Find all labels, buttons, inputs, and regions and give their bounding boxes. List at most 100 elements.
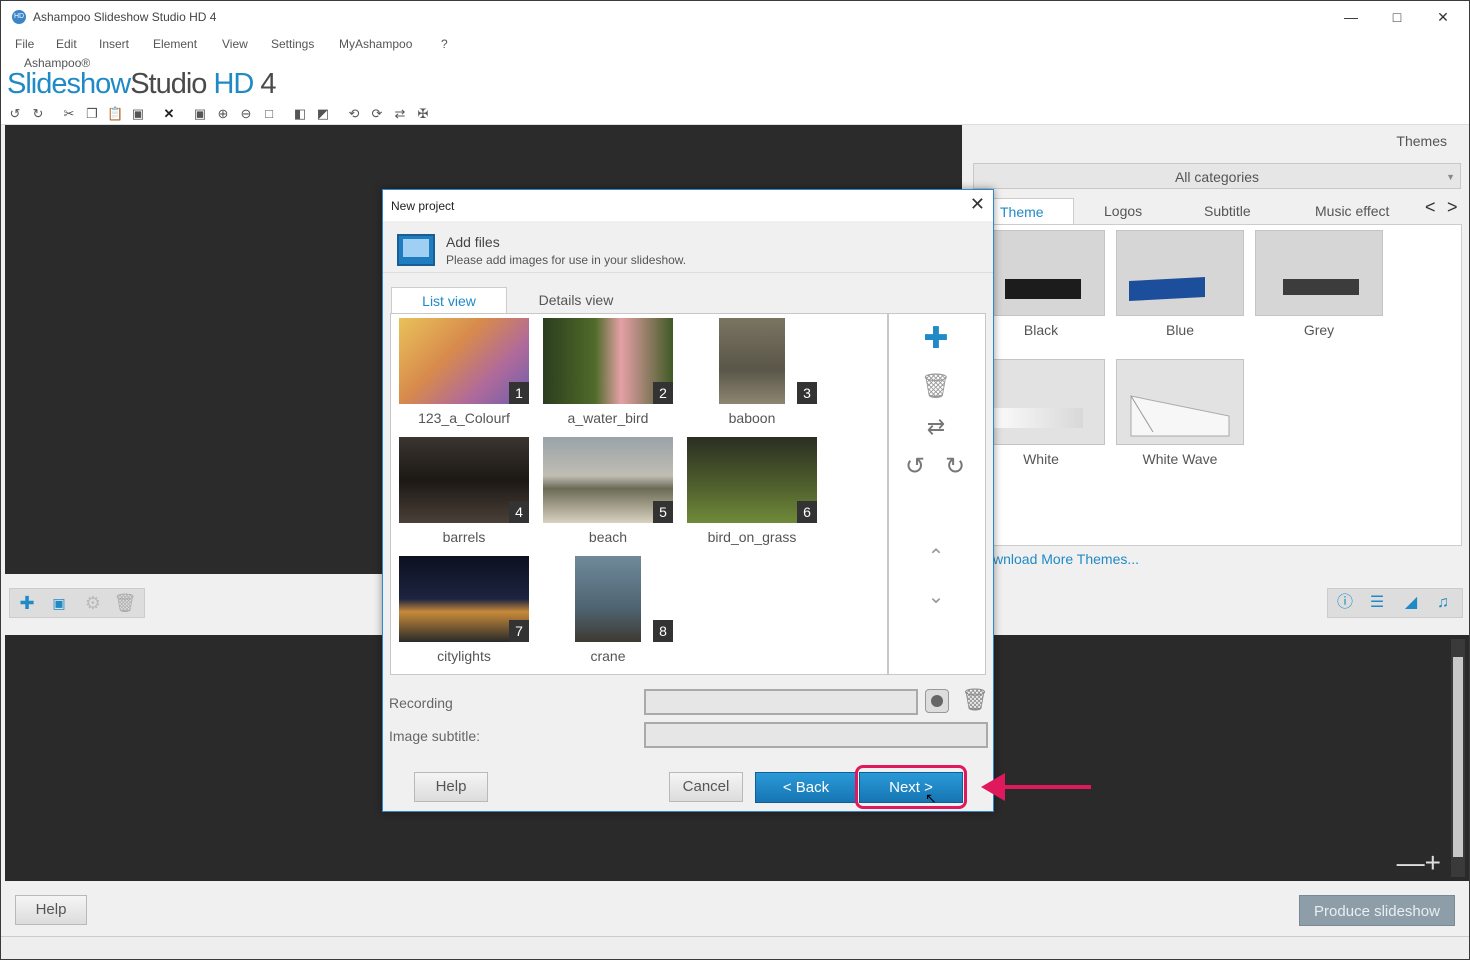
- image-subtitle-field[interactable]: [644, 722, 988, 748]
- file-list[interactable]: 1 123_a_Colourf 2 a_water_bird 3 baboon …: [390, 313, 888, 675]
- trash-icon[interactable]: 🗑: [112, 592, 138, 614]
- menu-settings[interactable]: Settings: [271, 37, 314, 51]
- shuffle-icon[interactable]: ⇄: [918, 412, 954, 442]
- rotate-left-icon[interactable]: ↺: [897, 452, 933, 482]
- category-select[interactable]: All categories ▼: [973, 163, 1461, 189]
- menu-file[interactable]: File: [15, 37, 34, 51]
- file-tile[interactable]: 2 a_water_bird: [543, 318, 673, 426]
- move-up-icon[interactable]: ⌃: [918, 542, 954, 572]
- zoom-out-icon[interactable]: ⊖: [238, 106, 254, 122]
- file-tile[interactable]: 4 barrels: [399, 437, 529, 545]
- info-icon[interactable]: ⓘ: [1332, 592, 1358, 614]
- cancel-button[interactable]: Cancel: [669, 772, 743, 802]
- help-button[interactable]: Help: [15, 895, 87, 925]
- title-bar: HD Ashampoo Slideshow Studio HD 4 — □ ✕: [1, 1, 1469, 33]
- settings-icon[interactable]: ⚙: [80, 592, 106, 614]
- dialog-header: Add files Please add images for use in y…: [383, 221, 993, 273]
- logo-studio: Studio: [130, 68, 207, 100]
- menu-view[interactable]: View: [222, 37, 248, 51]
- bottom-bar: Help Produce slideshow: [1, 881, 1469, 936]
- delete-recording-icon[interactable]: 🗑: [961, 687, 989, 713]
- tab-music-effect[interactable]: Music effect: [1315, 198, 1389, 224]
- scrollbar-thumb[interactable]: [1453, 657, 1463, 857]
- rotate-left-icon[interactable]: ⟲: [346, 106, 362, 122]
- theme-name: White Wave: [1142, 451, 1218, 467]
- pin-icon[interactable]: ✠: [415, 106, 431, 122]
- theme-name: Blue: [1165, 322, 1195, 338]
- theme-thumb: [977, 359, 1105, 445]
- transition-icon[interactable]: ◢: [1398, 592, 1424, 614]
- zoom-in-icon[interactable]: +: [1425, 847, 1441, 878]
- record-button[interactable]: [925, 689, 949, 713]
- minimize-button[interactable]: —: [1328, 1, 1374, 33]
- produce-slideshow-button[interactable]: Produce slideshow: [1299, 895, 1455, 926]
- theme-card-black[interactable]: Black: [977, 230, 1105, 338]
- tabs-next-button[interactable]: >: [1447, 197, 1458, 218]
- rotate-right-icon[interactable]: ⟳: [369, 106, 385, 122]
- add-files-icon[interactable]: ✚: [918, 324, 954, 354]
- tab-logos[interactable]: Logos: [1104, 198, 1142, 224]
- paste-icon[interactable]: 📋: [107, 106, 123, 122]
- menu-help[interactable]: ?: [441, 37, 448, 51]
- tab-theme[interactable]: Theme: [992, 198, 1074, 224]
- tab-details-view[interactable]: Details view: [513, 287, 639, 314]
- file-tile[interactable]: 5 beach: [543, 437, 673, 545]
- add-media-icon[interactable]: ▣: [46, 592, 72, 614]
- arrange-front-icon[interactable]: ◧: [292, 106, 308, 122]
- wave-shape: [1130, 395, 1230, 437]
- flip-icon[interactable]: ⇄: [392, 106, 408, 122]
- copy-icon[interactable]: ❐: [84, 106, 100, 122]
- arrange-back-icon[interactable]: ◩: [315, 106, 331, 122]
- menu-bar: File Edit Insert Element View Settings M…: [1, 33, 1469, 55]
- file-tile[interactable]: 7 citylights: [399, 556, 529, 664]
- menu-edit[interactable]: Edit: [56, 37, 77, 51]
- theme-card-white[interactable]: White: [977, 359, 1105, 467]
- logo-version: 4: [253, 68, 276, 100]
- file-number: 1: [509, 382, 529, 404]
- thumbnail: 1: [399, 318, 529, 404]
- logo-product: SlideshowStudio HD 4: [7, 68, 277, 101]
- move-down-icon[interactable]: ⌄: [918, 582, 954, 612]
- delete-icon[interactable]: ✕: [161, 106, 177, 122]
- file-tile[interactable]: 6 bird_on_grass: [687, 437, 817, 545]
- add-icon[interactable]: ✚: [14, 592, 40, 614]
- download-more-themes-link[interactable]: wnload More Themes...: [993, 551, 1139, 567]
- dialog-help-button[interactable]: Help: [414, 772, 488, 802]
- trash-icon[interactable]: 🗑: [918, 372, 954, 402]
- file-tile[interactable]: 1 123_a_Colourf: [399, 318, 529, 426]
- fit-icon[interactable]: ▣: [192, 106, 208, 122]
- redo-icon[interactable]: ↻: [30, 106, 46, 122]
- back-button[interactable]: < Back: [755, 772, 857, 803]
- thumbnail: 6: [687, 437, 817, 523]
- theme-card-grey[interactable]: Grey: [1255, 230, 1383, 338]
- tabs-prev-button[interactable]: <: [1425, 197, 1436, 218]
- theme-card-blue[interactable]: Blue: [1116, 230, 1244, 338]
- file-tile[interactable]: 8 crane: [543, 556, 673, 664]
- maximize-button[interactable]: □: [1374, 1, 1420, 33]
- menu-myashampoo[interactable]: MyAshampoo: [339, 37, 412, 51]
- text-align-icon[interactable]: ☰: [1364, 592, 1390, 614]
- zoom-in-icon[interactable]: ⊕: [215, 106, 231, 122]
- file-tile[interactable]: 3 baboon: [687, 318, 817, 426]
- file-name: barrels: [442, 529, 486, 545]
- file-name: 123_a_Colourf: [418, 410, 510, 426]
- menu-element[interactable]: Element: [153, 37, 197, 51]
- menu-insert[interactable]: Insert: [99, 37, 129, 51]
- duplicate-icon[interactable]: ▣: [130, 106, 146, 122]
- file-name: a_water_bird: [567, 410, 649, 426]
- rotate-right-icon[interactable]: ↻: [937, 452, 973, 482]
- timeline-scrollbar[interactable]: [1451, 639, 1465, 877]
- recording-field[interactable]: [644, 689, 918, 715]
- tab-list-view[interactable]: List view: [391, 287, 507, 314]
- music-icon[interactable]: ♫: [1430, 592, 1456, 614]
- tab-subtitle[interactable]: Subtitle: [1204, 198, 1251, 224]
- zoom-area-icon[interactable]: □: [261, 106, 277, 122]
- dialog-close-button[interactable]: ✕: [970, 194, 985, 215]
- zoom-out-icon[interactable]: —: [1397, 847, 1425, 878]
- close-button[interactable]: ✕: [1420, 1, 1466, 33]
- cut-icon[interactable]: ✂: [61, 106, 77, 122]
- mouse-cursor-icon: ↖: [925, 790, 937, 806]
- theme-card-white-wave[interactable]: White Wave: [1116, 359, 1244, 467]
- file-name: bird_on_grass: [707, 529, 797, 545]
- undo-icon[interactable]: ↺: [7, 106, 23, 122]
